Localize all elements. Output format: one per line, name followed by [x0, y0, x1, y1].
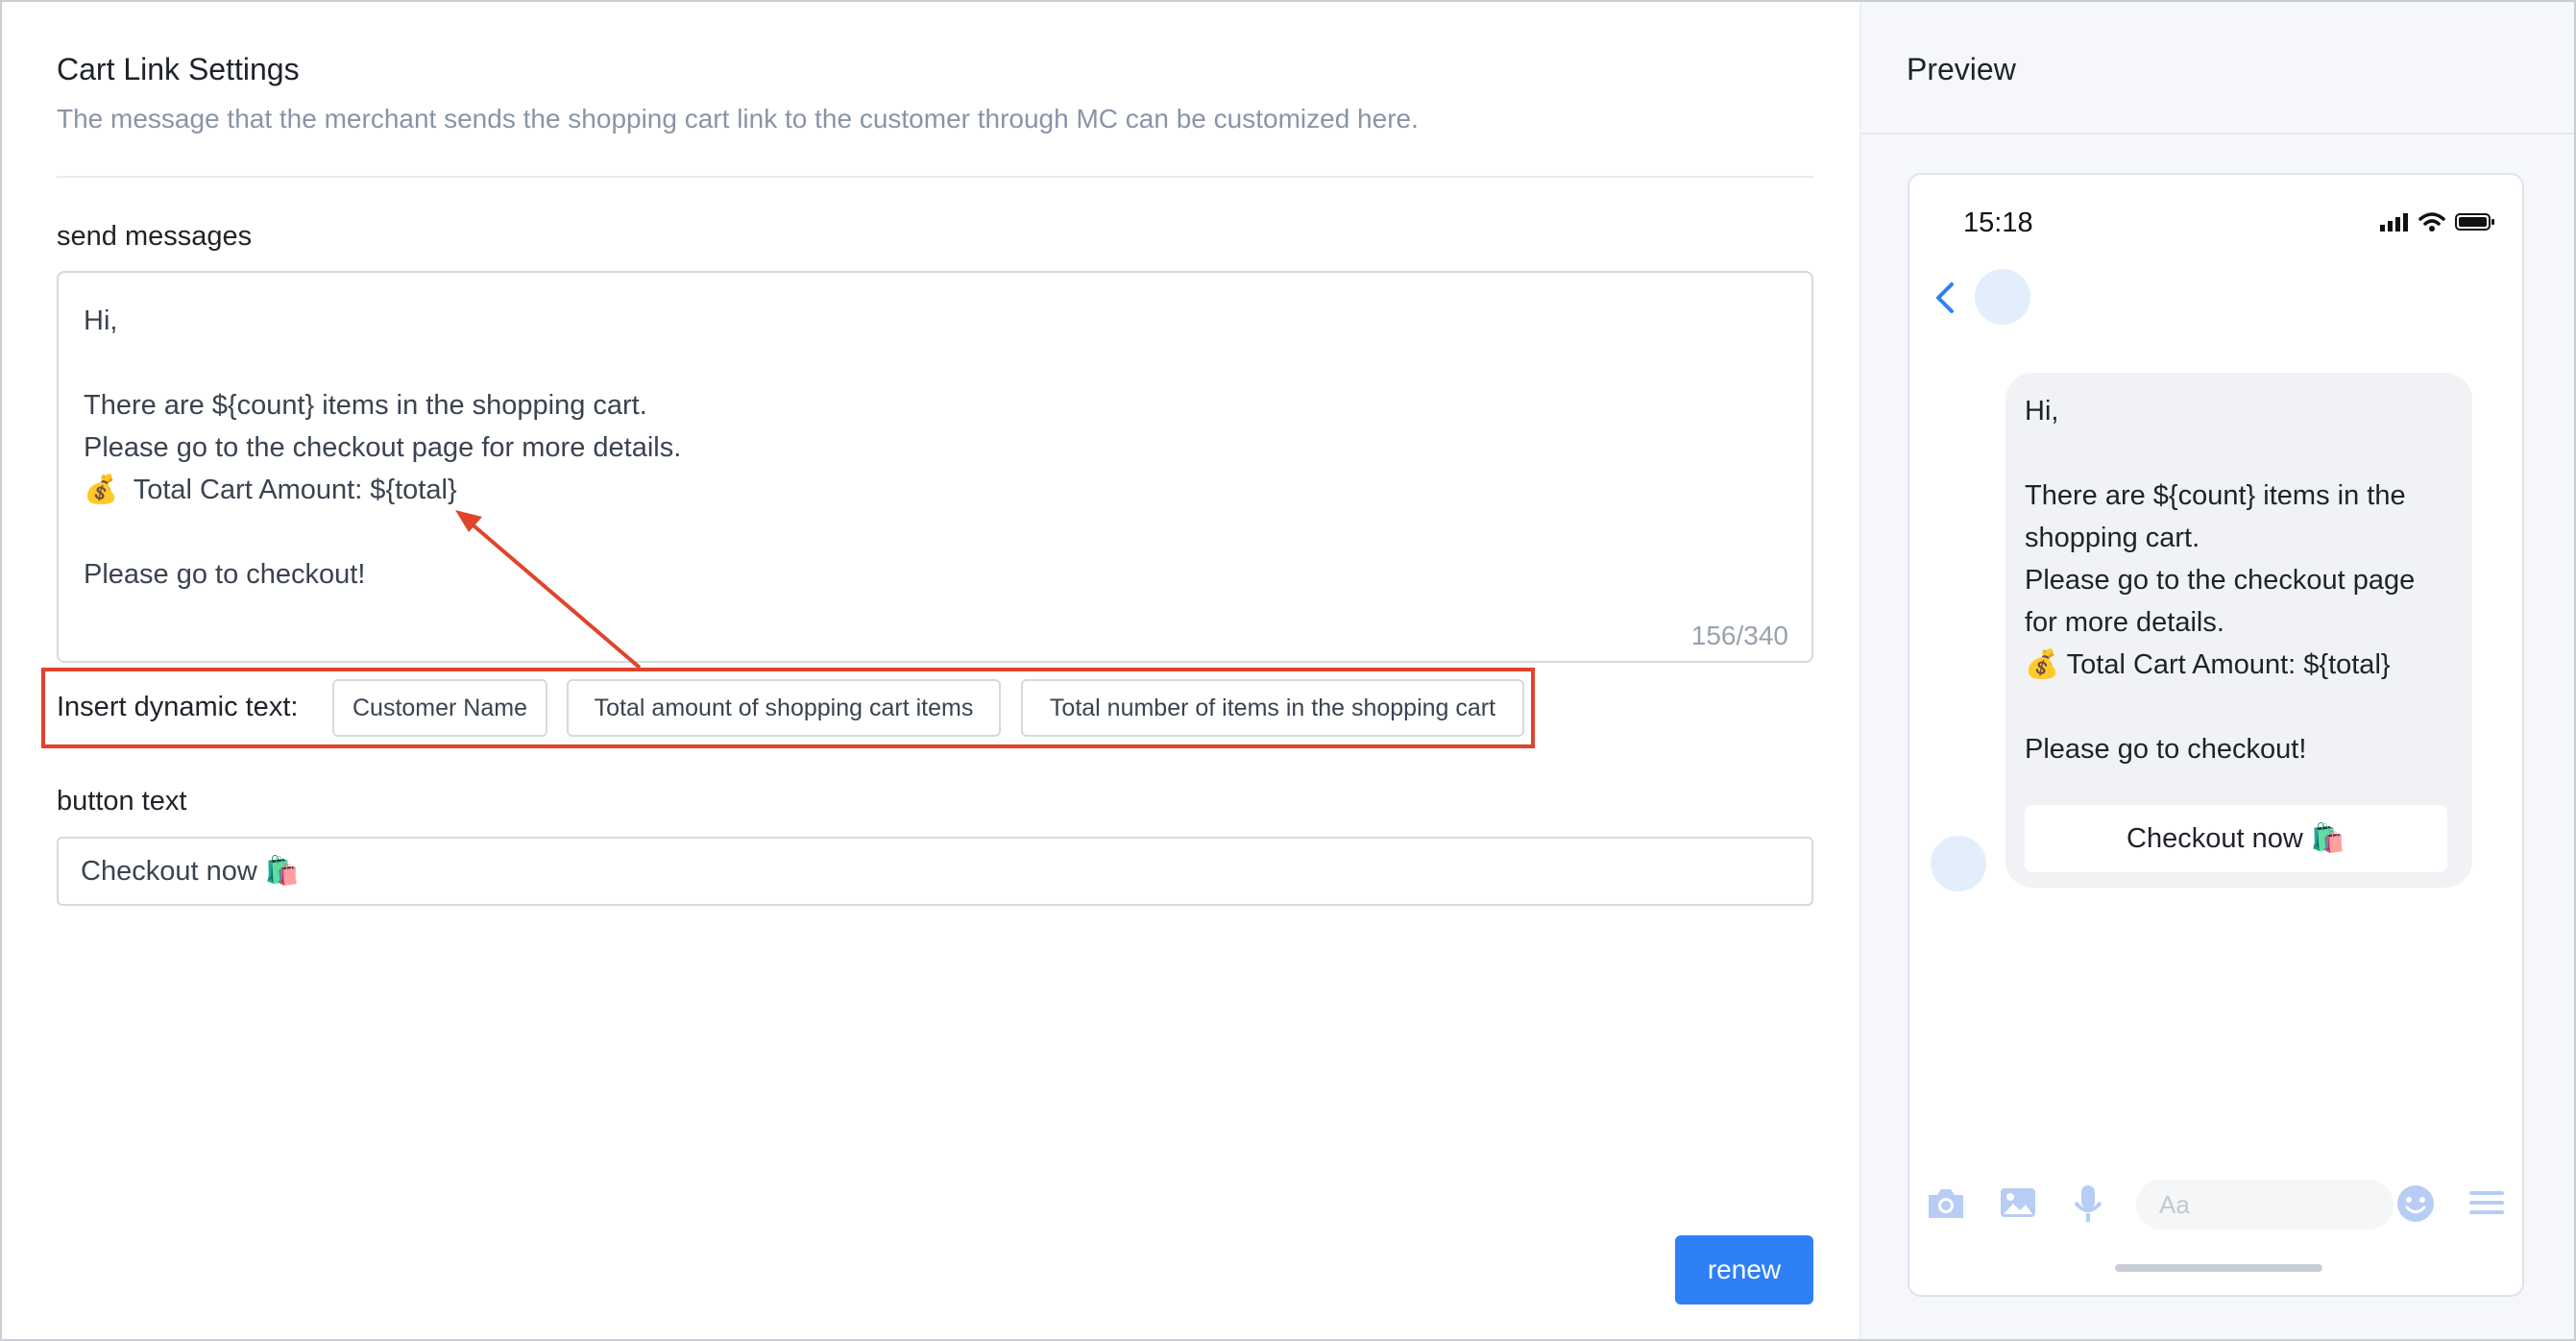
battery-icon [2455, 213, 2494, 231]
contact-avatar [1975, 269, 2030, 325]
chip-customer-name[interactable]: Customer Name [332, 679, 547, 737]
emoji-icon[interactable] [2395, 1183, 2436, 1224]
settings-panel: Cart Link Settings The message that the … [2, 2, 1859, 1339]
insert-dynamic-label: Insert dynamic text: [57, 692, 299, 722]
camera-icon[interactable] [1925, 1183, 1967, 1222]
sender-avatar [1931, 836, 1986, 891]
button-text-input[interactable]: Checkout now 🛍️ [57, 837, 1813, 906]
preview-title: Preview [1907, 52, 2016, 86]
image-icon[interactable] [1998, 1183, 2038, 1222]
mic-icon[interactable] [2071, 1183, 2105, 1224]
status-icons [2380, 211, 2495, 232]
app-frame: Cart Link Settings The message that the … [0, 0, 2576, 1341]
preview-header: Preview [1861, 2, 2574, 134]
chip-total-number[interactable]: Total number of items in the shopping ca… [1021, 679, 1524, 737]
message-bubble: Hi, There are ${count} items in the shop… [2005, 373, 2472, 888]
back-icon[interactable] [1931, 279, 1959, 317]
message-input[interactable]: Aa [2136, 1180, 2394, 1230]
button-text-label: button text [57, 786, 187, 817]
preview-panel: Preview 15:18 Hi, There are ${count} ite… [1859, 2, 2574, 1339]
chat-toolbar: Aa [1909, 1174, 2522, 1231]
bubble-text: Hi, There are ${count} items in the shop… [2025, 396, 2416, 765]
menu-icon[interactable] [2467, 1183, 2507, 1222]
home-indicator [2115, 1264, 2322, 1272]
status-time: 15:18 [1963, 207, 2033, 238]
wifi-icon [2418, 212, 2445, 232]
renew-button[interactable]: renew [1675, 1235, 1813, 1304]
chip-total-amount[interactable]: Total amount of shopping cart items [567, 679, 1001, 737]
signal-icon [2380, 213, 2408, 232]
phone-mockup: 15:18 Hi, There are ${count} items in th… [1908, 173, 2524, 1297]
bubble-checkout-button[interactable]: Checkout now 🛍️ [2025, 805, 2447, 872]
